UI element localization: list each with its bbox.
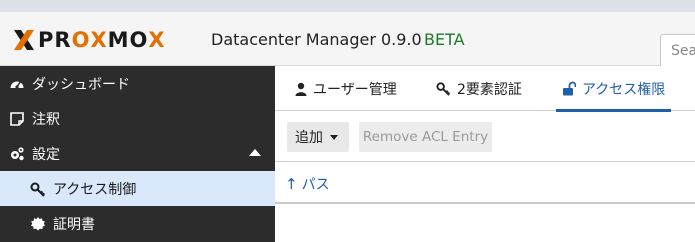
unlock-icon [562, 81, 576, 96]
tab-user-management[interactable]: ユーザー管理 [295, 66, 397, 111]
collapse-caret-icon[interactable] [249, 149, 261, 156]
tab-permissions[interactable]: アクセス権限 [555, 66, 672, 112]
gears-icon [9, 146, 25, 162]
proxmox-wordmark: PROXMOX [38, 28, 166, 52]
sidebar-item-certificates[interactable]: 証明書 [0, 206, 275, 241]
toolbar: 追加 Remove ACL Entry [275, 112, 695, 162]
grid-header: ↑ パス [275, 162, 695, 204]
key-icon [30, 181, 46, 197]
sidebar-item-access-control[interactable]: アクセス制御 [0, 171, 275, 206]
app-window: PROXMOX Datacenter Manager 0.9.0 BETA Se… [0, 0, 695, 242]
column-header-label: パス [301, 177, 330, 193]
header-bar: PROXMOX Datacenter Manager 0.9.0 BETA Se… [0, 12, 695, 68]
key-icon [436, 81, 451, 96]
certificate-icon [30, 216, 46, 232]
tab-two-factor[interactable]: 2要素認証 [436, 66, 522, 111]
browser-strip [0, 0, 695, 12]
column-header-path[interactable]: ↑ パス [285, 174, 330, 194]
dashboard-icon [9, 76, 25, 92]
add-button-label: 追加 [295, 130, 323, 146]
proxmox-x-icon [12, 28, 36, 52]
user-icon [295, 82, 307, 96]
tab-label: ユーザー管理 [313, 81, 397, 98]
sidebar-item-label: 注釈 [32, 111, 60, 128]
sidebar-item-notes[interactable]: 注釈 [0, 101, 275, 136]
sidebar: ダッシュボード 注釈 設定 アクセス制御 証明書 [0, 66, 275, 242]
remove-acl-entry-button[interactable]: Remove ACL Entry [359, 122, 492, 152]
tab-label: 2要素認証 [457, 81, 522, 98]
app-title: Datacenter Manager 0.9.0 [211, 30, 422, 49]
chevron-down-icon [330, 134, 338, 140]
add-button[interactable]: 追加 [287, 122, 349, 152]
tab-label: アクセス権限 [582, 81, 666, 98]
sidebar-item-label: ダッシュボード [32, 76, 130, 93]
sidebar-item-label: アクセス制御 [53, 181, 137, 198]
sort-ascending-icon: ↑ [285, 175, 298, 193]
search-input[interactable]: Sea [660, 34, 695, 68]
sidebar-item-dashboard[interactable]: ダッシュボード [0, 66, 275, 101]
sidebar-item-label: 設定 [32, 146, 60, 163]
beta-label: BETA [424, 30, 465, 49]
tab-bar: ユーザー管理 2要素認証 アクセス権限 [275, 66, 695, 112]
proxmox-logo[interactable]: PROXMOX [12, 28, 166, 52]
sidebar-item-settings[interactable]: 設定 [0, 136, 275, 171]
note-icon [9, 111, 25, 127]
main-panel: ユーザー管理 2要素認証 アクセス権限 追加 Remove ACL Entry [275, 66, 695, 242]
sidebar-item-label: 証明書 [53, 216, 95, 233]
